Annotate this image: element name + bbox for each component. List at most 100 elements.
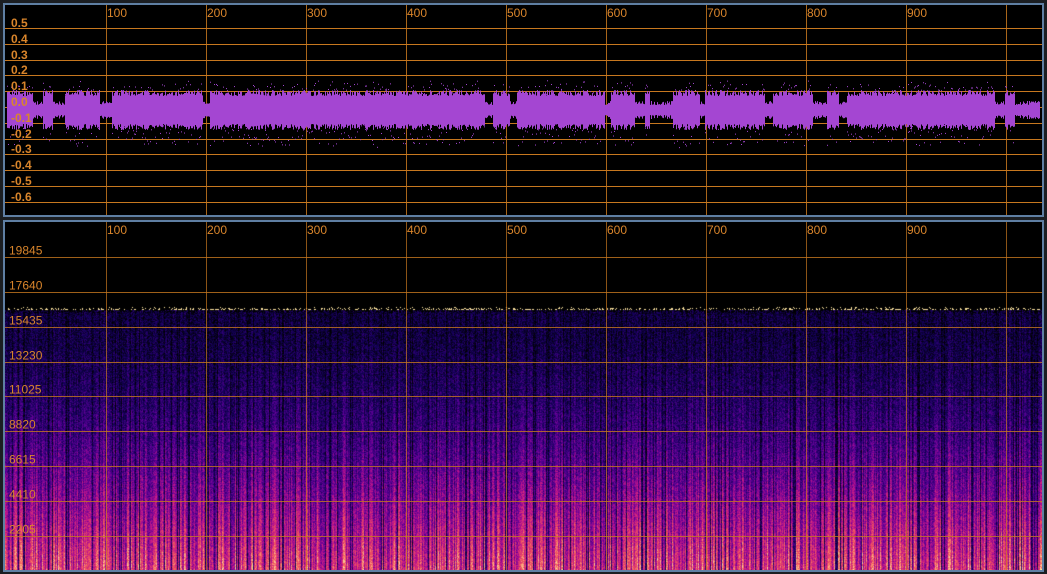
waveform-outlier [423, 86, 424, 88]
waveform-outlier [853, 135, 854, 137]
waveform-outlier [49, 140, 50, 142]
waveform-outlier [382, 139, 383, 141]
waveform-outlier [744, 141, 745, 143]
waveform-outlier [980, 89, 981, 91]
waveform-outlier [569, 136, 570, 138]
waveform-outlier [836, 141, 837, 143]
waveform-outlier [932, 91, 933, 93]
waveform-outlier [343, 88, 344, 90]
waveform-outlier [891, 140, 892, 142]
waveform-outlier [399, 90, 400, 92]
waveform-y-tick-label: 0.0 [11, 95, 28, 109]
waveform-outlier [827, 144, 828, 146]
waveform-outlier [275, 141, 276, 143]
waveform-outlier [674, 142, 675, 144]
waveform-outlier [456, 142, 457, 144]
waveform-outlier [477, 80, 478, 82]
waveform-outlier [620, 91, 621, 93]
waveform-outlier [411, 87, 412, 89]
waveform-outlier [584, 81, 585, 83]
waveform-outlier [344, 83, 345, 85]
waveform-outlier [690, 86, 691, 88]
waveform-outlier [981, 87, 982, 89]
waveform-outlier [175, 143, 176, 145]
waveform-outlier [50, 86, 51, 88]
waveform-outlier [197, 143, 198, 145]
waveform-outlier [625, 140, 626, 142]
waveform-outlier [573, 127, 574, 129]
waveform-outlier [808, 139, 809, 141]
waveform-outlier [79, 85, 80, 87]
spectrogram-panel[interactable]: 100 200 300 400 500 600 700 800 900 19845 17640 15… [3, 220, 1044, 572]
waveform-outlier [66, 132, 67, 134]
waveform-outlier [43, 136, 44, 138]
waveform-outlier [952, 88, 953, 90]
waveform-outlier [372, 139, 373, 141]
waveform-outlier [593, 92, 594, 94]
waveform-outlier [924, 142, 925, 144]
waveform-outlier [762, 84, 763, 86]
spectrogram-y-tick-label: 17640 [9, 279, 43, 293]
waveform-outlier [691, 135, 692, 137]
waveform-outlier [911, 130, 912, 132]
waveform-outlier [311, 131, 312, 133]
waveform-outlier [855, 133, 856, 135]
waveform-outlier [73, 127, 74, 129]
waveform-outlier [860, 83, 861, 85]
waveform-outlier [903, 140, 904, 142]
waveform-outlier [128, 130, 129, 132]
waveform-outlier [501, 137, 502, 139]
waveform-outlier [233, 130, 234, 132]
waveform-outlier [250, 144, 251, 146]
waveform-outlier [309, 132, 310, 134]
waveform-outlier [343, 138, 344, 140]
waveform-outlier [556, 86, 557, 88]
spectrogram-y-tick-label: 11025 [9, 383, 42, 397]
waveform-outlier [133, 130, 134, 132]
waveform-outlier [350, 85, 351, 87]
waveform-outlier [376, 91, 377, 93]
spectrogram-x-tick-label: 700 [707, 223, 727, 237]
waveform-outlier [957, 91, 958, 93]
waveform-outlier [406, 139, 407, 141]
waveform-outlier [939, 89, 940, 91]
waveform-outlier [449, 144, 450, 146]
waveform-outlier [743, 141, 744, 143]
waveform-outlier [138, 127, 139, 129]
waveform-outlier [118, 136, 119, 138]
waveform-outlier [916, 92, 917, 94]
waveform-outlier [186, 84, 187, 86]
waveform-outlier [307, 130, 308, 132]
waveform-outlier [590, 91, 591, 93]
waveform-outlier [446, 131, 447, 133]
waveform-outlier [238, 129, 239, 131]
waveform-outlier [720, 82, 721, 84]
waveform-outlier [78, 90, 79, 92]
waveform-panel[interactable]: 100 200 300 400 500 600 700 800 900 0.5 0.4 0.3 0.2… [3, 3, 1044, 217]
waveform-outlier [951, 87, 952, 89]
waveform-outlier [561, 88, 562, 90]
waveform-outlier [360, 139, 361, 141]
waveform-outlier [143, 133, 144, 135]
waveform-outlier [222, 136, 223, 138]
waveform-outlier [370, 91, 371, 93]
waveform-outlier [336, 143, 337, 145]
waveform-outlier [911, 81, 912, 83]
waveform-outlier [688, 89, 689, 91]
waveform-outlier [382, 86, 383, 88]
waveform-outlier [289, 144, 290, 146]
waveform-outlier [328, 143, 329, 145]
waveform-outlier [750, 136, 751, 138]
waveform-view[interactable]: 100 200 300 400 500 600 700 800 900 0.5 0.4 0.30.2… [5, 5, 1042, 215]
waveform-outlier [124, 86, 125, 88]
waveform-outlier [217, 84, 218, 86]
waveform-outlier [921, 89, 922, 91]
waveform-outlier [764, 89, 765, 91]
waveform-outlier [333, 90, 334, 92]
waveform-outlier [256, 137, 257, 139]
waveform-outlier [366, 85, 367, 87]
waveform-outlier [75, 135, 76, 137]
waveform-outlier [8, 143, 9, 145]
waveform-x-tick-label: 200 [207, 6, 227, 20]
waveform-outlier [805, 127, 806, 129]
